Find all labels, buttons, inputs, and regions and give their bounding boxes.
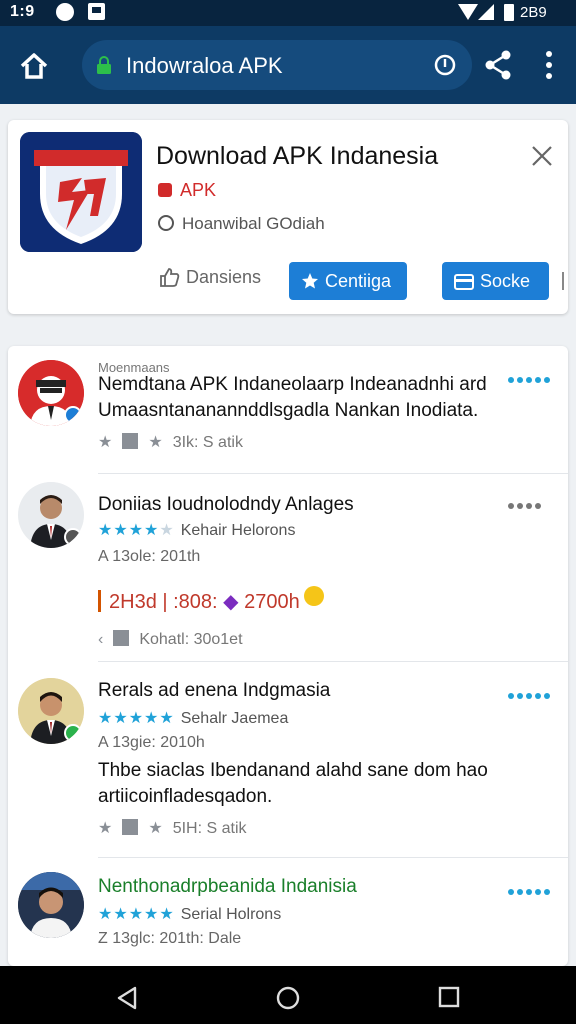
notification-app-icon — [88, 3, 105, 20]
avatar — [18, 678, 84, 744]
battery-icon — [504, 4, 514, 21]
star-icon — [302, 273, 318, 289]
status-bar: 1:9 2B9 — [0, 0, 576, 26]
more-vert-icon[interactable] — [542, 50, 556, 80]
share-box-icon[interactable] — [113, 630, 130, 646]
share-icon[interactable] — [484, 50, 512, 80]
verified-badge-icon — [64, 528, 82, 546]
tag-icon — [158, 183, 172, 197]
app-tag-label: APK — [180, 180, 217, 200]
app-actions: Dansiens Centiiga Socke — [158, 262, 568, 302]
browser-toolbar: Indowraloa APK — [0, 26, 576, 104]
highlight-text: 2H3d | :808: — [109, 591, 218, 613]
signal-icon — [478, 4, 494, 20]
thumb-icon — [160, 268, 180, 287]
info-icon[interactable] — [434, 54, 456, 76]
highlight-bar — [98, 590, 101, 612]
avatar — [18, 872, 84, 938]
secondary-button[interactable]: Socke — [442, 262, 549, 300]
post-title: Doniias Ioudnolodndy Anlages — [98, 494, 354, 515]
bookmark-icon[interactable] — [122, 433, 139, 449]
bookmark-icon[interactable] — [122, 819, 139, 835]
post-actions-text: 5IH: S atik — [172, 820, 247, 837]
app-tag: APK — [158, 180, 216, 201]
post-highlight: 2H3d | :808: ◆ 2700h — [98, 586, 324, 614]
rating-meta: Kehair Helorons — [180, 522, 296, 539]
lock-icon — [97, 56, 111, 74]
notification-icon — [56, 3, 74, 21]
clock-icon — [158, 215, 174, 231]
star-icon[interactable]: ★ — [148, 434, 162, 451]
wifi-icon — [458, 4, 478, 20]
post-body: Umaasntananannddlsgadla Nankan Inodiata. — [98, 400, 479, 421]
app-card: Download APK Indanesia APK Hoanwibal GOd… — [8, 120, 568, 314]
post-meta: A 13gie: 2010h — [98, 734, 205, 751]
card-icon — [454, 274, 474, 290]
avatar — [18, 360, 84, 426]
close-icon[interactable] — [530, 144, 554, 168]
verified-badge-icon — [64, 406, 82, 424]
feed-post[interactable]: Nenthonadrpbeanida Indanisia ★★★★★ Serial… — [8, 858, 568, 966]
avatar — [18, 482, 84, 548]
chevron-left-icon[interactable]: ‹ — [98, 631, 103, 648]
feed-post[interactable]: Doniias Ioudnolodndy Anlages ★★★★★ Kehair… — [8, 474, 568, 662]
app-meta: Hoanwibal GOdiah — [158, 214, 325, 234]
rating-meta: Serial Holrons — [180, 906, 282, 923]
clip-icon — [562, 272, 570, 290]
secondary-button-label: Socke — [480, 271, 531, 291]
star-icon[interactable]: ★ — [98, 434, 112, 451]
star-icon[interactable]: ★ — [148, 820, 162, 837]
post-body: Thbe siaclas Ibendanand alahd sane dom h… — [98, 760, 488, 807]
back-nav-icon[interactable] — [116, 986, 138, 1010]
more-options-icon[interactable] — [508, 686, 554, 699]
heart-icon: ◆ — [223, 591, 239, 613]
home-nav-icon[interactable] — [276, 986, 300, 1010]
home-icon[interactable] — [18, 50, 50, 80]
post-source-label: Moenmaans — [98, 360, 170, 375]
rating: ★★★★★ Serial Holrons — [98, 906, 282, 923]
app-title: Download APK Indanesia — [156, 142, 439, 170]
rating: ★★★★★ Kehair Helorons — [98, 522, 296, 539]
more-options-icon[interactable] — [508, 370, 554, 383]
more-options-icon[interactable] — [508, 882, 554, 895]
post-meta: A 13ole: 201th — [98, 548, 201, 565]
status-time: 1:9 — [10, 3, 35, 20]
recents-nav-icon[interactable] — [438, 986, 460, 1008]
system-nav-bar — [0, 966, 576, 1024]
emoji-icon — [303, 586, 324, 606]
rating: ★★★★★ Sehalr Jaemea — [98, 710, 289, 727]
verified-badge-icon — [64, 724, 82, 742]
app-meta-text: Hoanwibal GOdiah — [182, 214, 325, 233]
post-actions-text: Kohatl: 30o1et — [139, 631, 243, 648]
post-title: Nenthonadrpbeanida Indanisia — [98, 876, 357, 897]
primary-button-label: Centiiga — [325, 271, 392, 291]
post-actions-text: 3Ik: S atik — [172, 434, 243, 451]
more-options-icon[interactable] — [508, 496, 554, 509]
post-actions: ★ ★ 5IH: S atik — [98, 818, 247, 838]
like-button-label: Dansiens — [186, 267, 262, 287]
rating-meta: Sehalr Jaemea — [180, 710, 289, 727]
app-logo — [20, 132, 142, 252]
highlight-text-end: 2700h — [244, 591, 300, 613]
url-bar[interactable]: Indowraloa APK — [82, 40, 472, 90]
like-button[interactable]: Dansiens — [158, 266, 261, 288]
primary-button[interactable]: Centiiga — [289, 262, 407, 300]
post-actions: ‹ Kohatl: 30o1et — [98, 630, 243, 649]
feed-post[interactable]: Moenmaans Nemdtana APK Indaneolaarp Inde… — [8, 346, 568, 474]
post-title: Nemdtana APK Indaneolaarp Indeanadnhi ar… — [98, 374, 487, 395]
star-icon[interactable]: ★ — [98, 820, 112, 837]
post-title: Rerals ad enena Indgmasia — [98, 680, 331, 701]
battery-text: 2B9 — [520, 4, 547, 21]
post-meta: Z 13glc: 201th: Dale — [98, 930, 242, 947]
post-actions: ★ ★ 3Ik: S atik — [98, 432, 243, 452]
feed-post[interactable]: Rerals ad enena Indgmasia ★★★★★ Sehalr Ja… — [8, 662, 568, 858]
feed: Moenmaans Nemdtana APK Indaneolaarp Inde… — [8, 346, 568, 966]
url-text: Indowraloa APK — [126, 53, 283, 78]
